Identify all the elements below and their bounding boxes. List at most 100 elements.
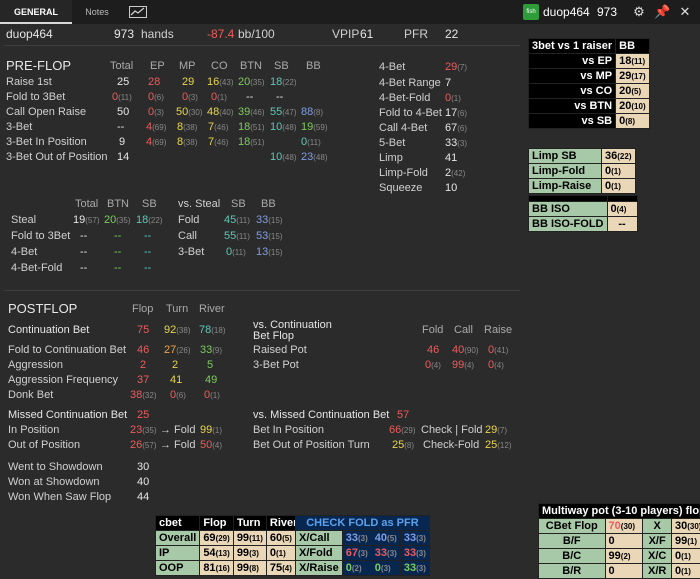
stat-value: 33(9) [200,344,223,356]
stat-value: 40(90) [452,344,479,356]
col-bb: BB [261,198,276,210]
stat-value: 10(48) [270,121,297,133]
stat-value: 18(22) [136,214,163,226]
cell: 0(8) [615,113,650,129]
summary-bb: -87.4 [207,27,235,41]
cell: 67(3) [341,545,372,561]
stat-fold-cb: Fold to Continuation Bet [8,344,127,356]
cell: 18(11) [615,53,650,69]
arrow-fold: → Fold [160,424,196,436]
pfr-value: 22 [445,27,459,41]
stat-value: -- [246,91,254,103]
summary-hands-label: hands [141,27,174,41]
stat-fold-to-4bet: Fold to 4-Bet [379,107,442,119]
vpip-value: 61 [360,27,374,41]
stat-value: 0(11) [226,246,246,258]
summary-hands: 973 [114,27,135,41]
stat-value: 0(41) [488,344,509,356]
stat-out-of-position: Out of Position [8,439,81,451]
tab-notes[interactable]: Notes [72,0,122,24]
stat-value: 0(1) [445,92,461,104]
stat-value: -- [114,246,122,258]
stat-value: 0(1) [204,389,220,401]
cell: 99(11) [232,530,267,546]
stat-value: 14 [117,151,130,163]
stat-donk-bet: Donk Bet [8,389,54,401]
stat-value: 26(57) [130,439,157,451]
col-btn: BTN [240,60,262,72]
vs-cb-title: vs. Continuation Bet Flop [253,319,332,342]
tab-chart[interactable] [122,0,154,24]
tab-general[interactable]: GENERAL [0,0,72,24]
cell: 0(1) [601,163,636,179]
cell: 33(3) [370,545,401,561]
col-bb: BB [615,38,650,54]
stat-vs-call: Call [178,230,197,242]
stat-value: 0(1) [211,91,227,103]
stat-value: 25 [117,76,130,88]
col-flop: Flop [132,303,154,315]
divider [4,45,520,46]
row-label: X/F [642,533,672,549]
row-label: B/C [538,548,606,564]
close-icon[interactable]: ✕ [677,4,693,20]
missed-cb-value: 25 [137,409,150,421]
row-label: OOP [154,560,201,576]
cell: 30(30) [670,518,700,534]
stat-value: 29(7) [485,424,508,436]
stat-value: 75 [137,324,150,336]
pin-icon[interactable]: 📌 [654,4,670,20]
col-total: Total [110,60,134,72]
stat-value: 23(35) [130,424,157,436]
stat-value: 8(38) [177,121,198,133]
col-sb: SB [142,198,157,210]
row-label: vs EP [527,53,617,69]
stat-wsd: Won at Showdown [8,476,100,488]
row-label: X/Call [295,530,343,546]
stat-value: 33(15) [256,214,283,226]
stat-4bet-fold: 4-Bet-Fold [379,92,431,104]
stat-value: -- [117,121,125,133]
stat-value: 45(11) [224,214,250,226]
cell: 81(16) [199,560,234,576]
stat-aggression: Aggression [8,359,64,371]
cell: 99(3) [232,545,267,561]
row-label: X [642,518,672,534]
row-label: X/Fold [295,545,343,561]
stat-value: 19(57) [73,214,100,226]
cell: 0(4) [606,201,638,217]
col-flop: Flop [199,515,234,531]
divider [4,290,520,291]
stat-value: 4(69) [146,136,167,148]
row-label: vs BTN [527,98,617,114]
stat-steal: Steal [11,214,37,226]
col-turn: Turn [166,303,189,315]
check-fold-table-title: CHECK FOLD as PFR [295,515,430,531]
check-fold-label: Check-Fold [423,439,480,451]
row-label: Limp-Fold [528,163,602,179]
stat-value: 41 [445,152,458,164]
col-sb: SB [231,198,246,210]
cell: 20(5) [615,83,650,99]
cell: 33(3) [399,560,430,576]
stat-5bet: 5-Bet [379,137,406,149]
cell: 40(5) [370,530,401,546]
stat-value: 46 [427,344,440,356]
stat-value: 19(59) [301,121,328,133]
stat-value: 66(29) [389,424,416,436]
row-label: vs SB [527,113,617,129]
col-ep: EP [150,60,165,72]
gear-icon[interactable]: ⚙ [631,4,647,20]
stat-value: 0(4) [425,359,441,371]
stat-vs-3bet: 3-Bet [178,246,205,258]
stat-call-open: Call Open Raise [6,106,87,118]
stat-value: 49 [205,374,218,386]
cell: 0(1) [670,548,700,564]
stat-limp: Limp [379,152,403,164]
stat-value: 33(3) [445,137,468,149]
stat-limp-fold: Limp-Fold [379,167,428,179]
stat-3bet: 3-Bet [6,121,33,133]
stat-raise-first: Raise 1st [6,76,52,88]
stat-value: 7(46) [208,121,229,133]
stat-value: 7(46) [208,136,229,148]
